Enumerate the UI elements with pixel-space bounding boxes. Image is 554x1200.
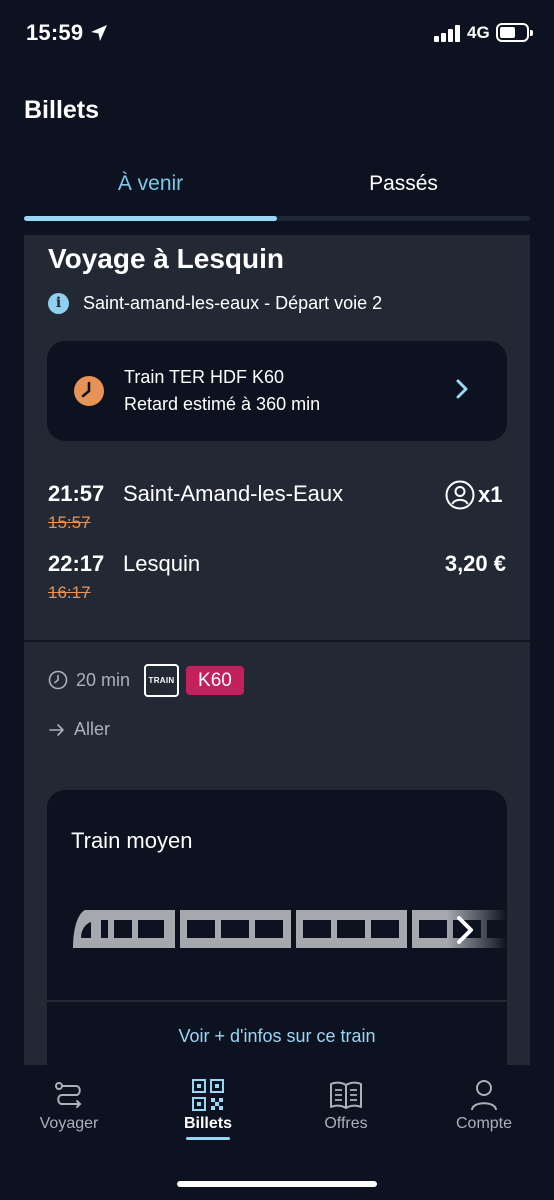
- qr-code-icon: [192, 1079, 224, 1111]
- delay-train-name: Train TER HDF K60: [124, 367, 285, 387]
- ticket-price: 3,20 €: [444, 551, 506, 576]
- tab-indicator: [24, 216, 277, 221]
- network-type: 4G: [467, 23, 490, 42]
- arrival-original-time: 16:17: [48, 583, 91, 602]
- trip-card[interactable]: Voyage à Lesquin i Saint-amand-les-eaux …: [24, 235, 530, 1065]
- trip-direction: Aller: [48, 719, 110, 740]
- route-icon: [55, 1082, 82, 1108]
- nav-offres-label: Offres: [324, 1115, 368, 1132]
- delay-banner[interactable]: Train TER HDF K60 Retard estimé à 360 mi…: [47, 341, 507, 441]
- nav-active-indicator: [186, 1137, 230, 1140]
- clock-icon: [74, 376, 104, 406]
- nav-billets-label: Billets: [183, 1115, 232, 1132]
- nav-billets[interactable]: Billets: [153, 1079, 263, 1140]
- divider: [24, 640, 530, 642]
- battery-icon: [496, 23, 533, 42]
- arrow-right-icon: [49, 723, 64, 736]
- passenger-icon: [445, 480, 475, 510]
- tab-a-venir[interactable]: À venir: [24, 160, 277, 212]
- train-info-link[interactable]: Voir + d'infos sur ce train: [47, 1026, 507, 1047]
- nav-offres[interactable]: Offres: [291, 1079, 401, 1133]
- passenger-count-text: x1: [478, 482, 503, 507]
- nav-compte-label: Compte: [455, 1115, 513, 1132]
- tabs: À venir Passés: [24, 160, 530, 222]
- info-icon: i: [48, 292, 69, 314]
- passenger-count: x1: [445, 480, 502, 510]
- direction-label: Aller: [74, 719, 111, 739]
- departure-station: Saint-Amand-les-Eaux: [123, 481, 344, 506]
- signal-icon: [434, 24, 462, 42]
- departure-info: i Saint-amand-les-eaux - Départ voie 2: [48, 291, 382, 315]
- bottom-nav: Voyager Billets Offres Compte: [0, 1065, 554, 1200]
- delay-estimate: Retard estimé à 360 min: [124, 394, 321, 414]
- person-icon: [471, 1080, 497, 1111]
- train-illustration[interactable]: [71, 908, 507, 952]
- status-bar: 15:59 4G: [0, 0, 554, 70]
- arrival-station: Lesquin: [123, 551, 201, 576]
- trip-meta: 20 min TRAIN K60: [48, 663, 244, 697]
- train-mode-badge: TRAIN: [144, 663, 180, 697]
- train-card-divider: [47, 1000, 507, 1002]
- chevron-right-icon: [456, 379, 468, 399]
- page-title: Billets: [24, 96, 100, 124]
- departure-time: 21:57: [48, 481, 105, 506]
- departure-original-time: 15:57: [48, 513, 91, 532]
- arrival-time: 22:17: [48, 551, 105, 576]
- train-composition-card[interactable]: Train moyen Voir + d'infos sur ce train: [47, 790, 507, 1065]
- nav-compte[interactable]: Compte: [429, 1079, 539, 1133]
- tab-passes[interactable]: Passés: [277, 160, 530, 212]
- trip-title: Voyage à Lesquin: [48, 243, 284, 274]
- trip-duration: 20 min: [76, 669, 131, 690]
- train-size-label: Train moyen: [71, 828, 193, 853]
- book-icon: [330, 1081, 362, 1109]
- status-time: 15:59: [26, 20, 84, 45]
- nav-voyager-label: Voyager: [39, 1115, 99, 1132]
- departure-info-text: Saint-amand-les-eaux - Départ voie 2: [83, 292, 383, 313]
- clock-outline-icon: [48, 670, 68, 690]
- location-arrow-icon: [91, 25, 107, 41]
- line-badge: K60: [186, 665, 244, 695]
- nav-voyager[interactable]: Voyager: [14, 1079, 124, 1133]
- home-indicator: [177, 1181, 377, 1187]
